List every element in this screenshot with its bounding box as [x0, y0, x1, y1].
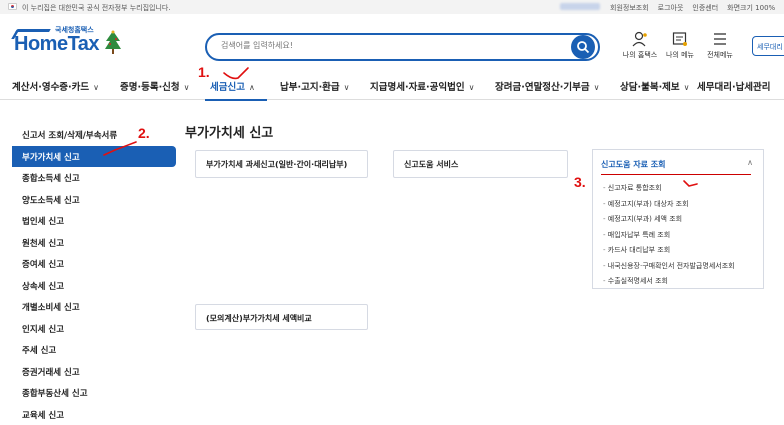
chevron-up-icon[interactable]: ∧ — [747, 158, 753, 167]
chevron-down-icon: ∨ — [184, 83, 190, 92]
nav-item-certificate[interactable]: 증명·등록·신청∨ — [120, 79, 190, 93]
panel-title[interactable]: 신고도움 자료 조회 — [601, 159, 665, 170]
util-label: 나의 홈택스 — [623, 51, 657, 59]
nav-item-invoice[interactable]: 계산서·영수증·카드∨ — [12, 79, 99, 93]
nav-item-statements[interactable]: 지급명세·자료·공익법인∨ — [370, 79, 474, 93]
sidebar: 신고서 조회/삭제/부속서류 부가가치세 신고 종합소득세 신고 양도소득세 신… — [12, 124, 176, 425]
chevron-down-icon: ∨ — [684, 83, 690, 92]
sidebar-item-liquor-tax[interactable]: 주세 신고 — [12, 339, 176, 361]
search-button[interactable] — [571, 35, 595, 59]
user-name-blurred — [560, 3, 600, 10]
filing-help-card[interactable]: 신고도움 서비스 — [393, 150, 568, 178]
hamburger-icon — [712, 31, 728, 47]
link-logout[interactable]: 로그아웃 — [658, 3, 684, 13]
list-item[interactable]: 카드사 대리납부 조회 — [603, 245, 735, 261]
my-menu-button[interactable]: 나의 메뉴 — [660, 31, 700, 60]
panel-list: 신고자료 통합조회 예정고지(부과) 대상자 조회 예정고지(부과) 세액 조회… — [603, 183, 735, 292]
sidebar-item-stamp-tax[interactable]: 인지세 신고 — [12, 318, 176, 340]
filing-data-panel: 신고도움 자료 조회 ∧ 신고자료 통합조회 예정고지(부과) 대상자 조회 예… — [592, 149, 764, 289]
annotation-3: 3. — [574, 174, 586, 190]
sidebar-item-excise[interactable]: 개별소비세 신고 — [12, 296, 176, 318]
list-item[interactable]: 신고자료 통합조회 — [603, 183, 735, 199]
list-item[interactable]: 매입자납부 특례 조회 — [603, 230, 735, 246]
link-zoom[interactable]: 화면크기 100% — [727, 3, 775, 13]
util-label: 나의 메뉴 — [666, 51, 694, 59]
person-icon — [632, 31, 648, 47]
simulation-card[interactable]: (모의계산)부가가치세 세액비교 — [195, 304, 368, 330]
chevron-down-icon: ∨ — [594, 83, 600, 92]
top-utility-bar: 이 누리집은 대한민국 공식 전자정부 누리집입니다. 회원정보조회 로그아웃 … — [0, 0, 784, 14]
search-bar[interactable] — [205, 33, 600, 61]
gov-notice: 이 누리집은 대한민국 공식 전자정부 누리집입니다. — [22, 3, 171, 13]
hometax-logo[interactable]: HomeTax — [14, 33, 99, 56]
all-menu-button[interactable]: 전체메뉴 — [700, 31, 740, 60]
sidebar-item-withholding[interactable]: 원천세 신고 — [12, 232, 176, 254]
nav-item-tax-agent[interactable]: 세무대리·납세관리 — [697, 79, 771, 93]
annotation-1: 1. — [198, 64, 210, 80]
util-label: 전체메뉴 — [707, 51, 733, 59]
sidebar-item-corporate-tax[interactable]: 법인세 신고 — [12, 210, 176, 232]
nav-item-incentives[interactable]: 장려금·연말정산·기부금∨ — [495, 79, 599, 93]
korea-flag-icon — [8, 3, 17, 10]
sidebar-item-vat[interactable]: 부가가치세 신고 — [12, 146, 176, 168]
list-item[interactable]: 내국신용장·구매확인서 전자발급명세서조회 — [603, 261, 735, 277]
list-item[interactable]: 예정고지(부과) 대상자 조회 — [603, 199, 735, 215]
top-links: 회원정보조회 로그아웃 인증센터 화면크기 100% — [610, 3, 775, 13]
chevron-down-icon: ∨ — [469, 83, 475, 92]
sidebar-item-capital-gains[interactable]: 양도소득세 신고 — [12, 189, 176, 211]
list-item[interactable]: 예정고지(부과) 세액 조회 — [603, 214, 735, 230]
sidebar-item-securities[interactable]: 증권거래세 신고 — [12, 361, 176, 383]
sidebar-item-gift-tax[interactable]: 증여세 신고 — [12, 253, 176, 275]
link-member-info[interactable]: 회원정보조회 — [610, 3, 649, 13]
page-title: 부가가치세 신고 — [185, 122, 273, 141]
christmas-tree-icon — [104, 30, 122, 56]
sidebar-item-property-tax[interactable]: 종합부동산세 신고 — [12, 382, 176, 404]
link-cert-center[interactable]: 인증센터 — [692, 3, 718, 13]
nav-item-tax-return[interactable]: 세금신고∧ — [210, 79, 255, 93]
my-hometax-button[interactable]: 나의 홈택스 — [620, 31, 660, 60]
nav-active-indicator — [205, 99, 267, 101]
chevron-down-icon: ∨ — [93, 83, 99, 92]
vat-filing-card[interactable]: 부가가치세 과세신고(일반·간이·대리납부) — [195, 150, 368, 178]
chevron-down-icon: ∨ — [344, 83, 350, 92]
search-icon — [576, 40, 590, 54]
sidebar-item-education-tax[interactable]: 교육세 신고 — [12, 404, 176, 425]
list-item[interactable]: 수출실적명세서 조회 — [603, 276, 735, 292]
menu-card-icon — [672, 31, 688, 47]
sidebar-item-report-lookup[interactable]: 신고서 조회/삭제/부속서류 — [12, 124, 176, 146]
sidebar-item-inheritance[interactable]: 상속세 신고 — [12, 275, 176, 297]
main-nav: 계산서·영수증·카드∨ 증명·등록·신청∨ 세금신고∧ 납부·고지·환급∨ 지급… — [0, 70, 784, 100]
nav-item-payment[interactable]: 납부·고지·환급∨ — [280, 79, 350, 93]
nav-item-consulting[interactable]: 상담·불복·제보∨ — [620, 79, 690, 93]
panel-title-underline — [601, 174, 751, 175]
tax-agent-button[interactable]: 세무대리 — [752, 36, 784, 56]
search-input[interactable] — [221, 41, 561, 50]
sidebar-item-income-tax[interactable]: 종합소득세 신고 — [12, 167, 176, 189]
annotation-2: 2. — [138, 125, 150, 141]
chevron-up-icon: ∧ — [249, 83, 255, 92]
